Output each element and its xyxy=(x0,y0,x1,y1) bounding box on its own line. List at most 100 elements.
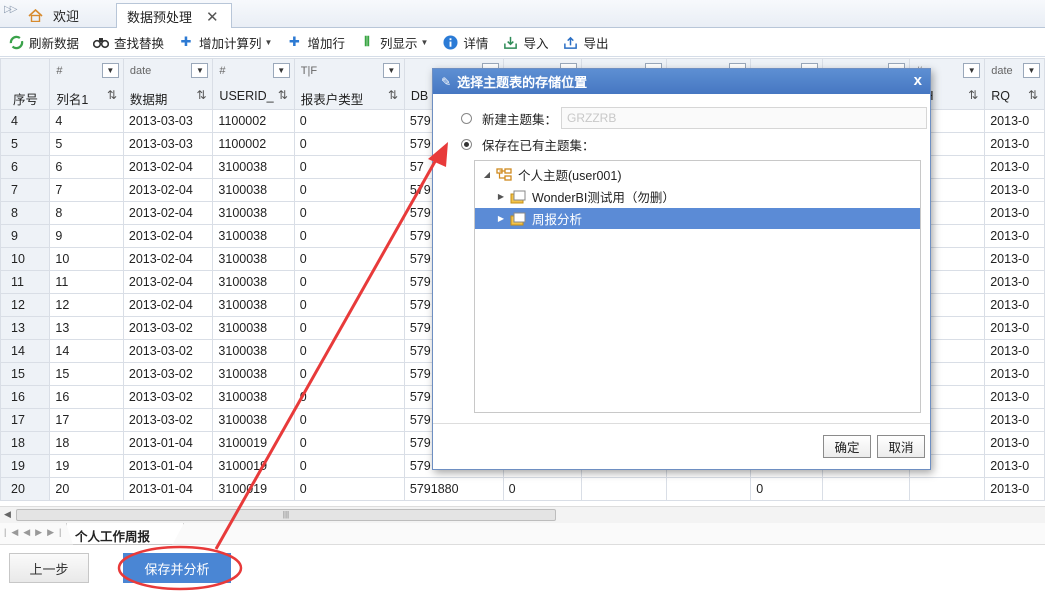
table-cell[interactable]: 0 xyxy=(293,362,405,386)
table-cell[interactable]: 0 xyxy=(293,316,405,340)
table-cell[interactable]: 3100038 xyxy=(212,385,295,409)
table-cell[interactable]: 3100038 xyxy=(212,270,295,294)
table-cell[interactable]: 2013-03-02 xyxy=(122,385,214,409)
table-cell[interactable]: 2013-0 xyxy=(984,132,1045,156)
table-cell[interactable]: 0 xyxy=(750,477,823,501)
table-cell[interactable] xyxy=(909,477,986,501)
table-cell[interactable] xyxy=(580,477,667,501)
table-cell[interactable]: 0 xyxy=(293,132,405,156)
table-cell[interactable]: 0 xyxy=(293,178,405,202)
table-cell[interactable]: 2013-02-04 xyxy=(122,178,214,202)
table-cell[interactable]: 0 xyxy=(293,408,405,432)
table-cell[interactable]: 15 xyxy=(49,362,124,386)
new-set-radio[interactable] xyxy=(461,112,472,124)
table-cell[interactable]: 2013-0 xyxy=(984,155,1045,179)
table-cell[interactable]: 2013-01-04 xyxy=(122,477,214,501)
details-button[interactable]: 详情 xyxy=(442,33,488,52)
table-cell[interactable]: 3100038 xyxy=(212,178,295,202)
column-header[interactable]: date ▼ ⇅ 数据期 xyxy=(122,58,214,110)
table-cell[interactable]: 2013-02-04 xyxy=(122,201,214,225)
existing-set-radio[interactable] xyxy=(461,139,472,150)
table-cell[interactable]: 0 xyxy=(293,385,405,409)
table-cell[interactable]: 10 xyxy=(49,247,124,271)
table-cell[interactable]: 2013-0 xyxy=(984,339,1045,363)
table-cell[interactable]: 0 xyxy=(293,109,405,133)
table-cell[interactable]: 0 xyxy=(293,224,405,248)
table-cell[interactable]: 2013-0 xyxy=(984,178,1045,202)
table-cell[interactable]: 16 xyxy=(49,385,124,409)
table-cell[interactable]: 3100038 xyxy=(212,362,295,386)
table-cell[interactable]: 5791880 xyxy=(403,477,504,501)
table-cell[interactable]: 19 xyxy=(49,454,124,478)
tree-node-weekly-analysis[interactable]: ▶ 周报分析 xyxy=(475,208,920,229)
table-cell[interactable]: 0 xyxy=(293,431,405,455)
table-cell[interactable]: 2013-02-04 xyxy=(122,247,214,271)
table-cell[interactable]: 2013-03-02 xyxy=(122,316,214,340)
table-cell[interactable]: 0 xyxy=(293,201,405,225)
table-cell[interactable]: 2013-0 xyxy=(984,109,1045,133)
scrollbar-thumb[interactable]: ||| xyxy=(16,509,556,521)
tree-node-personal[interactable]: ◢ 个人主题(user001) xyxy=(481,164,921,185)
table-cell[interactable]: 0 xyxy=(293,247,405,271)
add-calc-column-button[interactable]: ✚ 增加计算列 ▼ xyxy=(178,33,273,52)
new-set-option[interactable]: 新建主题集： GRZZRB xyxy=(461,107,928,129)
collapse-icon[interactable]: ▷▷ xyxy=(4,4,17,15)
column-header[interactable]: # ▼ ⇅ USERID_ xyxy=(212,58,295,110)
collapsed-arrow-icon[interactable]: ▶ xyxy=(495,192,507,201)
add-row-button[interactable]: ✚ 增加行 xyxy=(286,33,345,52)
table-cell[interactable]: 2013-03-02 xyxy=(122,339,214,363)
table-cell[interactable]: 0 xyxy=(293,293,405,317)
column-display-button[interactable]: ⦀ 列显示 ▼ xyxy=(359,33,428,52)
table-cell[interactable]: 3100038 xyxy=(212,293,295,317)
table-cell[interactable]: 1100002 xyxy=(212,132,295,156)
table-cell[interactable]: 20 xyxy=(49,477,124,501)
table-cell[interactable]: 6 xyxy=(49,155,124,179)
collapsed-arrow-icon[interactable]: ▶ xyxy=(495,214,507,223)
table-cell[interactable]: 2013-0 xyxy=(984,201,1045,225)
table-cell[interactable]: 3100019 xyxy=(212,477,295,501)
table-cell[interactable]: 2013-01-04 xyxy=(122,454,214,478)
column-header[interactable]: 序号 xyxy=(0,58,51,110)
table-cell[interactable]: 0 xyxy=(293,454,405,478)
table-cell[interactable]: 2013-0 xyxy=(984,270,1045,294)
table-cell[interactable]: 13 xyxy=(49,316,124,340)
expanded-arrow-icon[interactable]: ◢ xyxy=(481,170,493,179)
table-cell[interactable]: 3100038 xyxy=(212,201,295,225)
import-button[interactable]: 导入 xyxy=(502,33,548,52)
table-cell[interactable]: 2013-02-04 xyxy=(122,270,214,294)
table-cell[interactable] xyxy=(665,477,752,501)
export-button[interactable]: 导出 xyxy=(562,33,608,52)
table-cell[interactable]: 2013-0 xyxy=(984,362,1045,386)
tree-node-wonderbi[interactable]: ▶ WonderBI测试用（勿删） xyxy=(495,186,920,207)
table-cell[interactable]: 4 xyxy=(49,109,124,133)
table-cell[interactable]: 5 xyxy=(49,132,124,156)
sort-icon[interactable]: ⇅ xyxy=(278,88,288,102)
column-menu-dropdown[interactable]: ▼ xyxy=(963,63,981,78)
table-cell[interactable]: 3100019 xyxy=(212,431,295,455)
close-icon[interactable]: x xyxy=(914,72,922,89)
table-cell[interactable]: 1100002 xyxy=(212,109,295,133)
table-cell[interactable]: 9 xyxy=(49,224,124,248)
sheet-tab-weekly-report[interactable]: 个人工作周报 xyxy=(66,523,184,545)
column-menu-dropdown[interactable]: ▼ xyxy=(272,63,290,78)
table-cell[interactable]: 2013-0 xyxy=(984,224,1045,248)
new-set-input[interactable]: GRZZRB xyxy=(561,107,928,129)
table-cell[interactable]: 2013-02-04 xyxy=(122,224,214,248)
ok-button[interactable]: 确定 xyxy=(823,435,871,458)
sort-icon[interactable]: ⇅ xyxy=(1028,88,1038,102)
scroll-left-icon[interactable]: ◀ xyxy=(4,509,11,520)
table-cell[interactable]: 3100038 xyxy=(212,155,295,179)
find-replace-button[interactable]: 查找替换 xyxy=(93,33,164,52)
table-cell[interactable]: 2013-03-03 xyxy=(122,132,214,156)
table-cell[interactable]: 2013-0 xyxy=(984,293,1045,317)
column-menu-dropdown[interactable]: ▼ xyxy=(1023,63,1040,78)
column-header[interactable]: T|F ▼ ⇅ 报表户类型 xyxy=(293,58,405,110)
table-cell[interactable]: 3100038 xyxy=(212,339,295,363)
table-cell[interactable]: 2013-0 xyxy=(984,408,1045,432)
sort-icon[interactable]: ⇅ xyxy=(196,88,206,102)
table-row[interactable]: 20 20 2013-01-04 3100019 0 5791880 0 0 2013-0 xyxy=(0,477,1045,501)
column-header[interactable]: date ▼ ⇅ RQ xyxy=(984,58,1045,110)
close-tab-icon[interactable]: ✕ xyxy=(206,8,219,26)
table-cell[interactable]: 17 xyxy=(49,408,124,432)
table-cell[interactable]: 8 xyxy=(49,201,124,225)
